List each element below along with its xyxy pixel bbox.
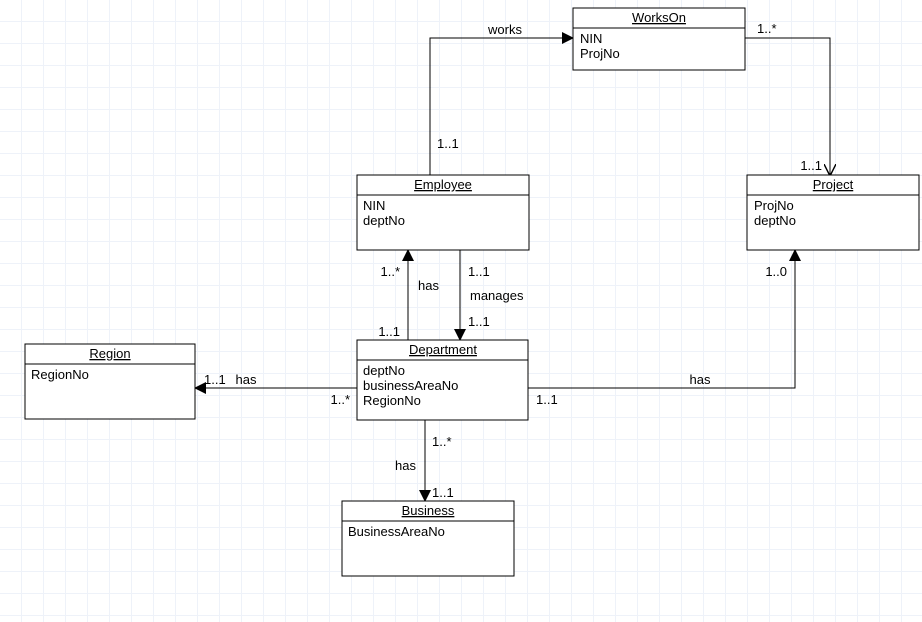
label-has-business: has [395,458,416,473]
mult-wp-src: 1..* [757,21,777,36]
entity-region: Region RegionNo [25,344,195,419]
entity-project: Project ProjNo deptNo [747,175,919,250]
mult-man-dst: 1..1 [468,314,490,329]
mult-dr-dst: 1..1 [204,372,226,387]
label-manages: manages [470,288,524,303]
mult-db-src: 1..* [432,434,452,449]
entity-department-attr-0: deptNo [363,363,405,378]
entity-workson-attr-0: NIN [580,31,602,46]
entity-business: Business BusinessAreaNo [342,501,514,576]
label-has-project: has [690,372,711,387]
mult-works-src: 1..1 [437,136,459,151]
entity-workson-attr-1: ProjNo [580,46,620,61]
entity-region-attr-0: RegionNo [31,367,89,382]
connector-dept-has-emp: has 1..1 1..* [378,250,439,340]
entity-workson-title: WorksOn [632,10,686,25]
label-has-emp: has [418,278,439,293]
label-works: works [487,22,522,37]
mult-dp-src: 1..1 [536,392,558,407]
entity-employee-title: Employee [414,177,472,192]
mult-wp-dst: 1..1 [800,158,822,173]
entity-business-title: Business [402,503,455,518]
connector-emp-manages-dept: manages 1..1 1..1 [460,250,524,340]
entity-department-title: Department [409,342,477,357]
mult-dr-src: 1..* [330,392,350,407]
connector-workson-project: 1..* 1..1 [745,21,830,175]
mult-db-dst: 1..1 [432,485,454,500]
entity-department: Department deptNo businessAreaNo RegionN… [357,340,528,420]
connector-dept-has-project: has 1..1 1..0 [528,250,795,407]
connector-dept-has-business: has 1..* 1..1 [395,420,454,501]
entity-workson: WorksOn NIN ProjNo [573,8,745,70]
entity-project-attr-1: deptNo [754,213,796,228]
connector-dept-has-region: has 1..* 1..1 [195,372,357,407]
entity-project-attr-0: ProjNo [754,198,794,213]
mult-man-src: 1..1 [468,264,490,279]
entity-business-attr-0: BusinessAreaNo [348,524,445,539]
entity-department-attr-1: businessAreaNo [363,378,458,393]
mult-hasemp-dst: 1..* [380,264,400,279]
er-diagram: works 1..1 1..1 1..* 1..1 has 1..1 1..* … [0,0,922,622]
entity-region-title: Region [89,346,130,361]
mult-dp-dst: 1..0 [765,264,787,279]
entity-department-attr-2: RegionNo [363,393,421,408]
entity-employee-attr-1: deptNo [363,213,405,228]
entity-employee: Employee NIN deptNo [357,175,529,250]
label-has-region: has [236,372,257,387]
entity-employee-attr-0: NIN [363,198,385,213]
mult-hasemp-src: 1..1 [378,324,400,339]
entity-project-title: Project [813,177,854,192]
